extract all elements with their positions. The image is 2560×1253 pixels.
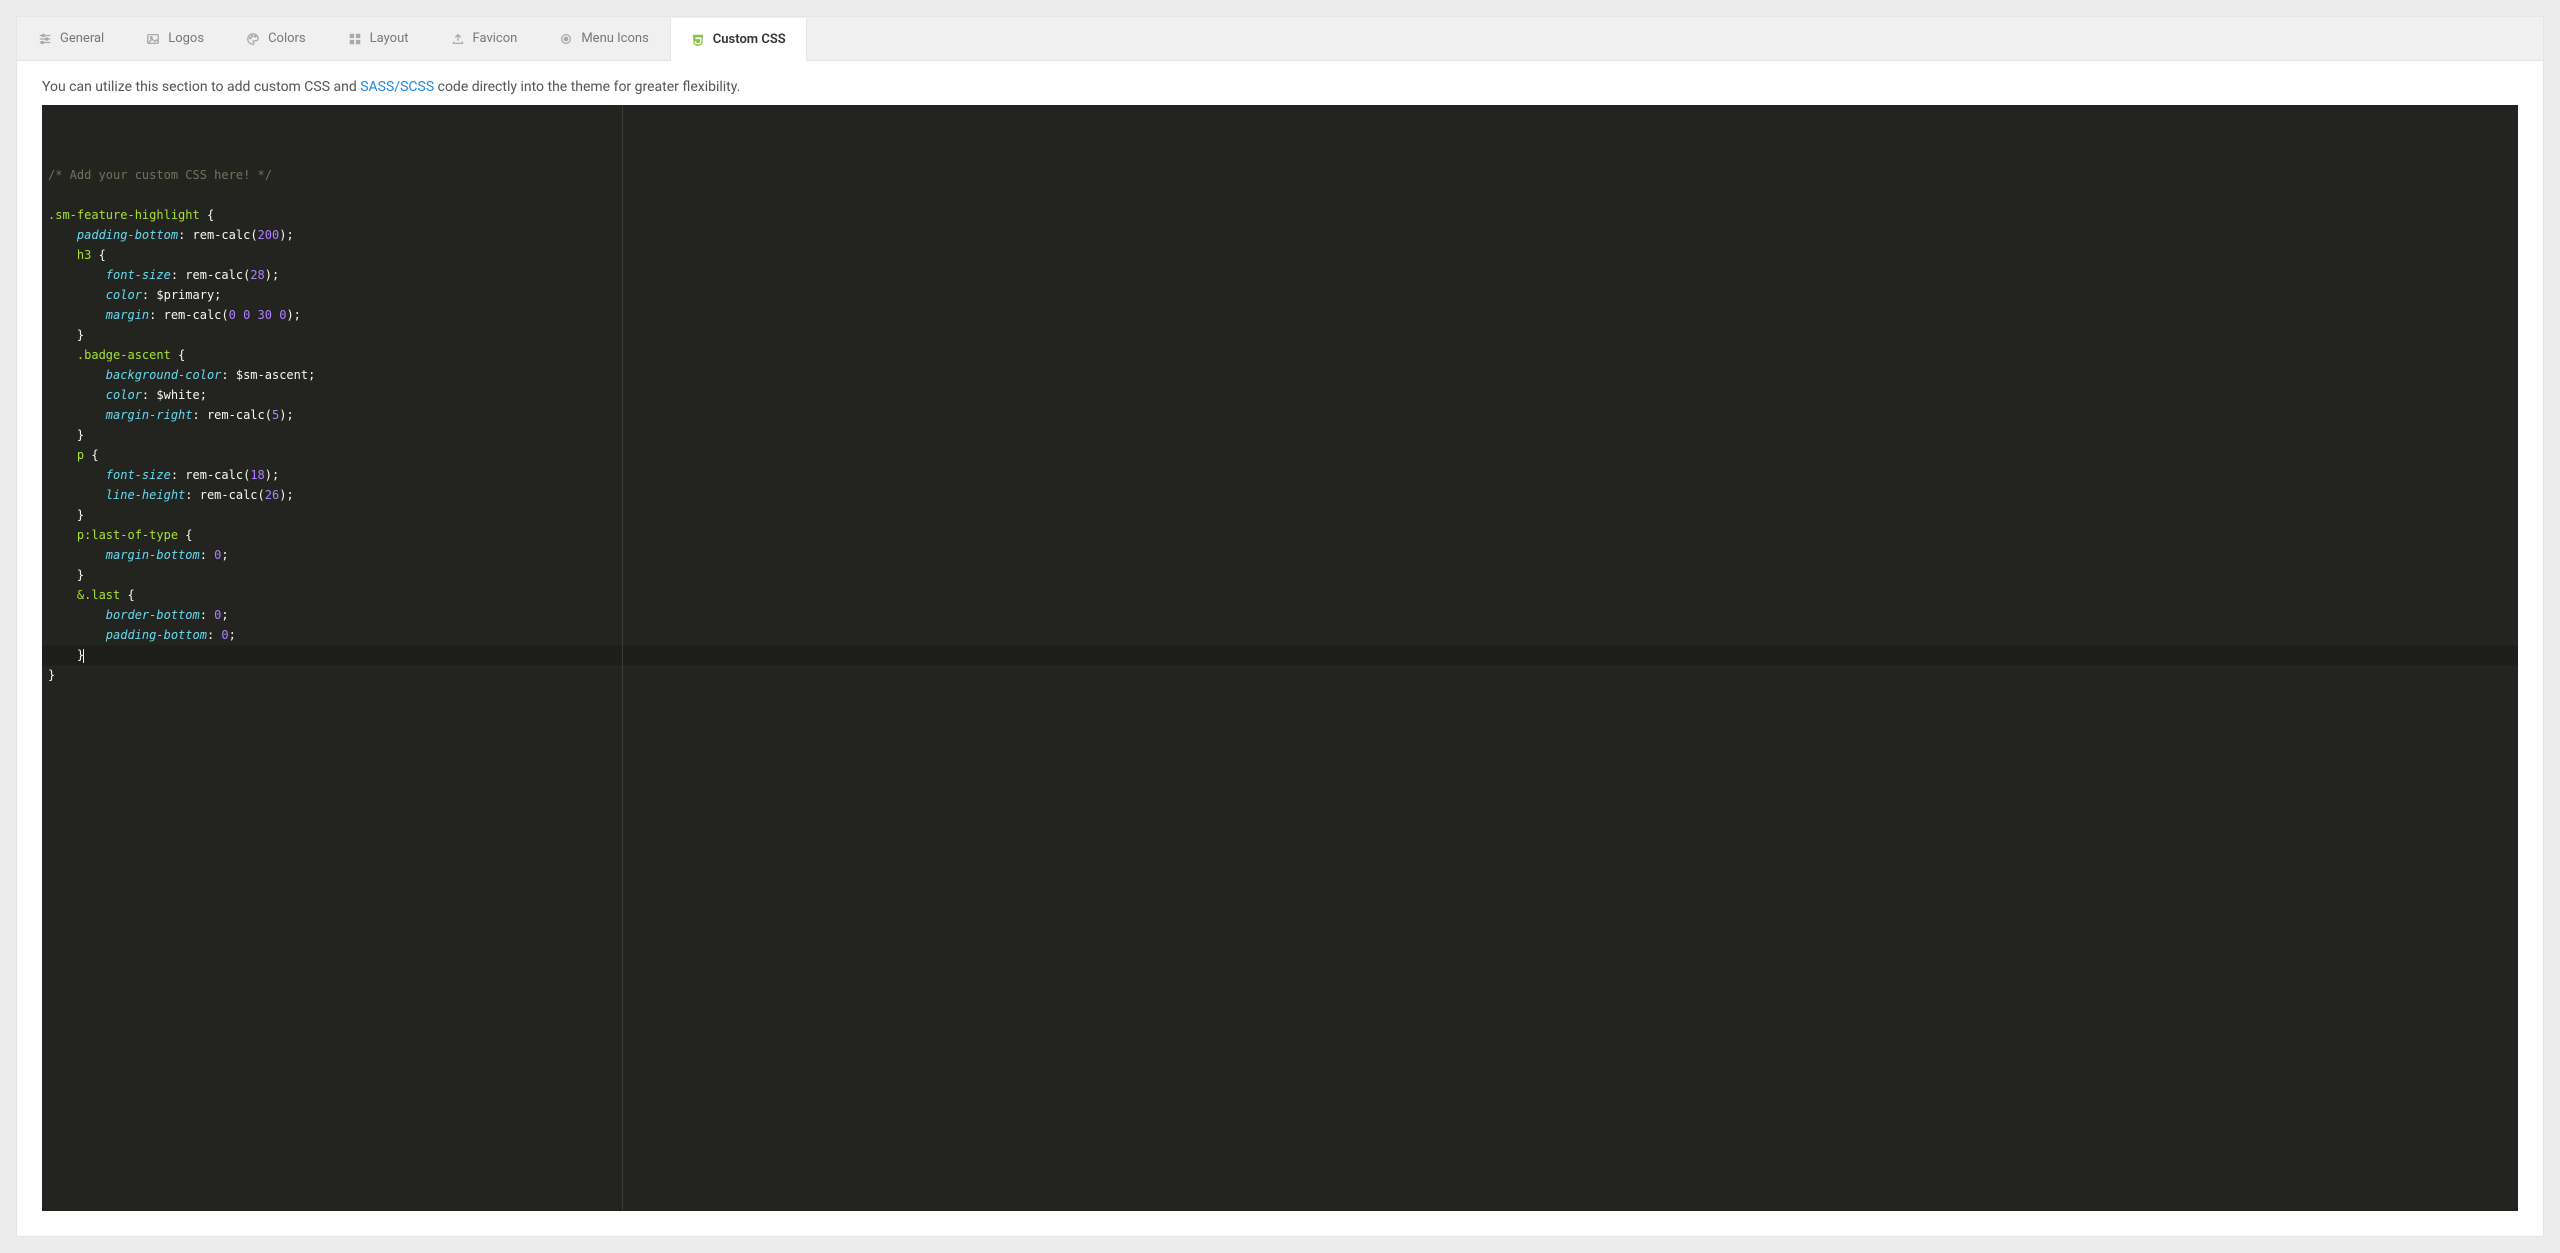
editor-line[interactable]: margin: rem-calc(0 0 30 0); — [42, 305, 2518, 325]
editor-line[interactable]: &.last { — [42, 585, 2518, 605]
editor-caret — [83, 649, 84, 663]
sliders-icon — [38, 32, 52, 46]
tab-colors[interactable]: Colors — [225, 17, 327, 60]
tab-content: You can utilize this section to add cust… — [17, 61, 2543, 1236]
tab-bar: General Logos Colors Layout Favicon Menu Icon… — [17, 17, 2543, 61]
settings-panel: General Logos Colors Layout Favicon Menu Icon… — [16, 16, 2544, 1237]
editor-line[interactable]: padding-bottom: 0; — [42, 625, 2518, 645]
target-icon — [559, 32, 573, 46]
editor-line[interactable]: h3 { — [42, 245, 2518, 265]
css3-icon — [691, 33, 705, 47]
editor-line[interactable]: font-size: rem-calc(18); — [42, 465, 2518, 485]
editor-line[interactable]: padding-bottom: rem-calc(200); — [42, 225, 2518, 245]
tab-label: Favicon — [473, 31, 518, 46]
editor-line[interactable]: } — [42, 565, 2518, 585]
tab-label: Logos — [168, 31, 204, 46]
editor-line[interactable]: color: $primary; — [42, 285, 2518, 305]
tab-layout[interactable]: Layout — [327, 17, 430, 60]
editor-line[interactable]: margin-right: rem-calc(5); — [42, 405, 2518, 425]
editor-line[interactable]: margin-bottom: 0; — [42, 545, 2518, 565]
grid-icon — [348, 32, 362, 46]
tab-favicon[interactable]: Favicon — [430, 17, 539, 60]
editor-line[interactable]: p:last-of-type { — [42, 525, 2518, 545]
editor-line[interactable]: .badge-ascent { — [42, 345, 2518, 365]
editor-line[interactable]: background-color: $sm-ascent; — [42, 365, 2518, 385]
editor-line[interactable]: color: $white; — [42, 385, 2518, 405]
tab-label: Custom CSS — [713, 32, 786, 47]
tab-label: Colors — [268, 31, 306, 46]
tab-label: Layout — [370, 31, 409, 46]
css-code-editor[interactable]: /* Add your custom CSS here! */ .sm-feat… — [42, 105, 2518, 1211]
tab-label: General — [60, 31, 104, 46]
tab-custom-css[interactable]: Custom CSS — [670, 18, 807, 61]
editor-line[interactable]: border-bottom: 0; — [42, 605, 2518, 625]
image-icon — [146, 32, 160, 46]
editor-line[interactable]: font-size: rem-calc(28); — [42, 265, 2518, 285]
tab-menu-icons[interactable]: Menu Icons — [538, 17, 669, 60]
editor-line[interactable]: line-height: rem-calc(26); — [42, 485, 2518, 505]
editor-line[interactable]: } — [42, 645, 2518, 665]
editor-line[interactable]: } — [42, 505, 2518, 525]
editor-line[interactable]: p { — [42, 445, 2518, 465]
tab-general[interactable]: General — [17, 17, 125, 60]
tab-label: Menu Icons — [581, 31, 648, 46]
editor-line[interactable]: } — [42, 665, 2518, 685]
editor-line[interactable] — [42, 185, 2518, 205]
description-pre: You can utilize this section to add cust… — [42, 79, 360, 95]
palette-icon — [246, 32, 260, 46]
upload-icon — [451, 32, 465, 46]
editor-line[interactable]: .sm-feature-highlight { — [42, 205, 2518, 225]
editor-line[interactable]: } — [42, 325, 2518, 345]
tab-logos[interactable]: Logos — [125, 17, 225, 60]
sass-scss-link[interactable]: SASS/SCSS — [360, 79, 434, 95]
description: You can utilize this section to add cust… — [42, 79, 2518, 95]
editor-line[interactable]: /* Add your custom CSS here! */ — [42, 165, 2518, 185]
description-post: code directly into the theme for greater… — [434, 79, 740, 95]
editor-line[interactable]: } — [42, 425, 2518, 445]
